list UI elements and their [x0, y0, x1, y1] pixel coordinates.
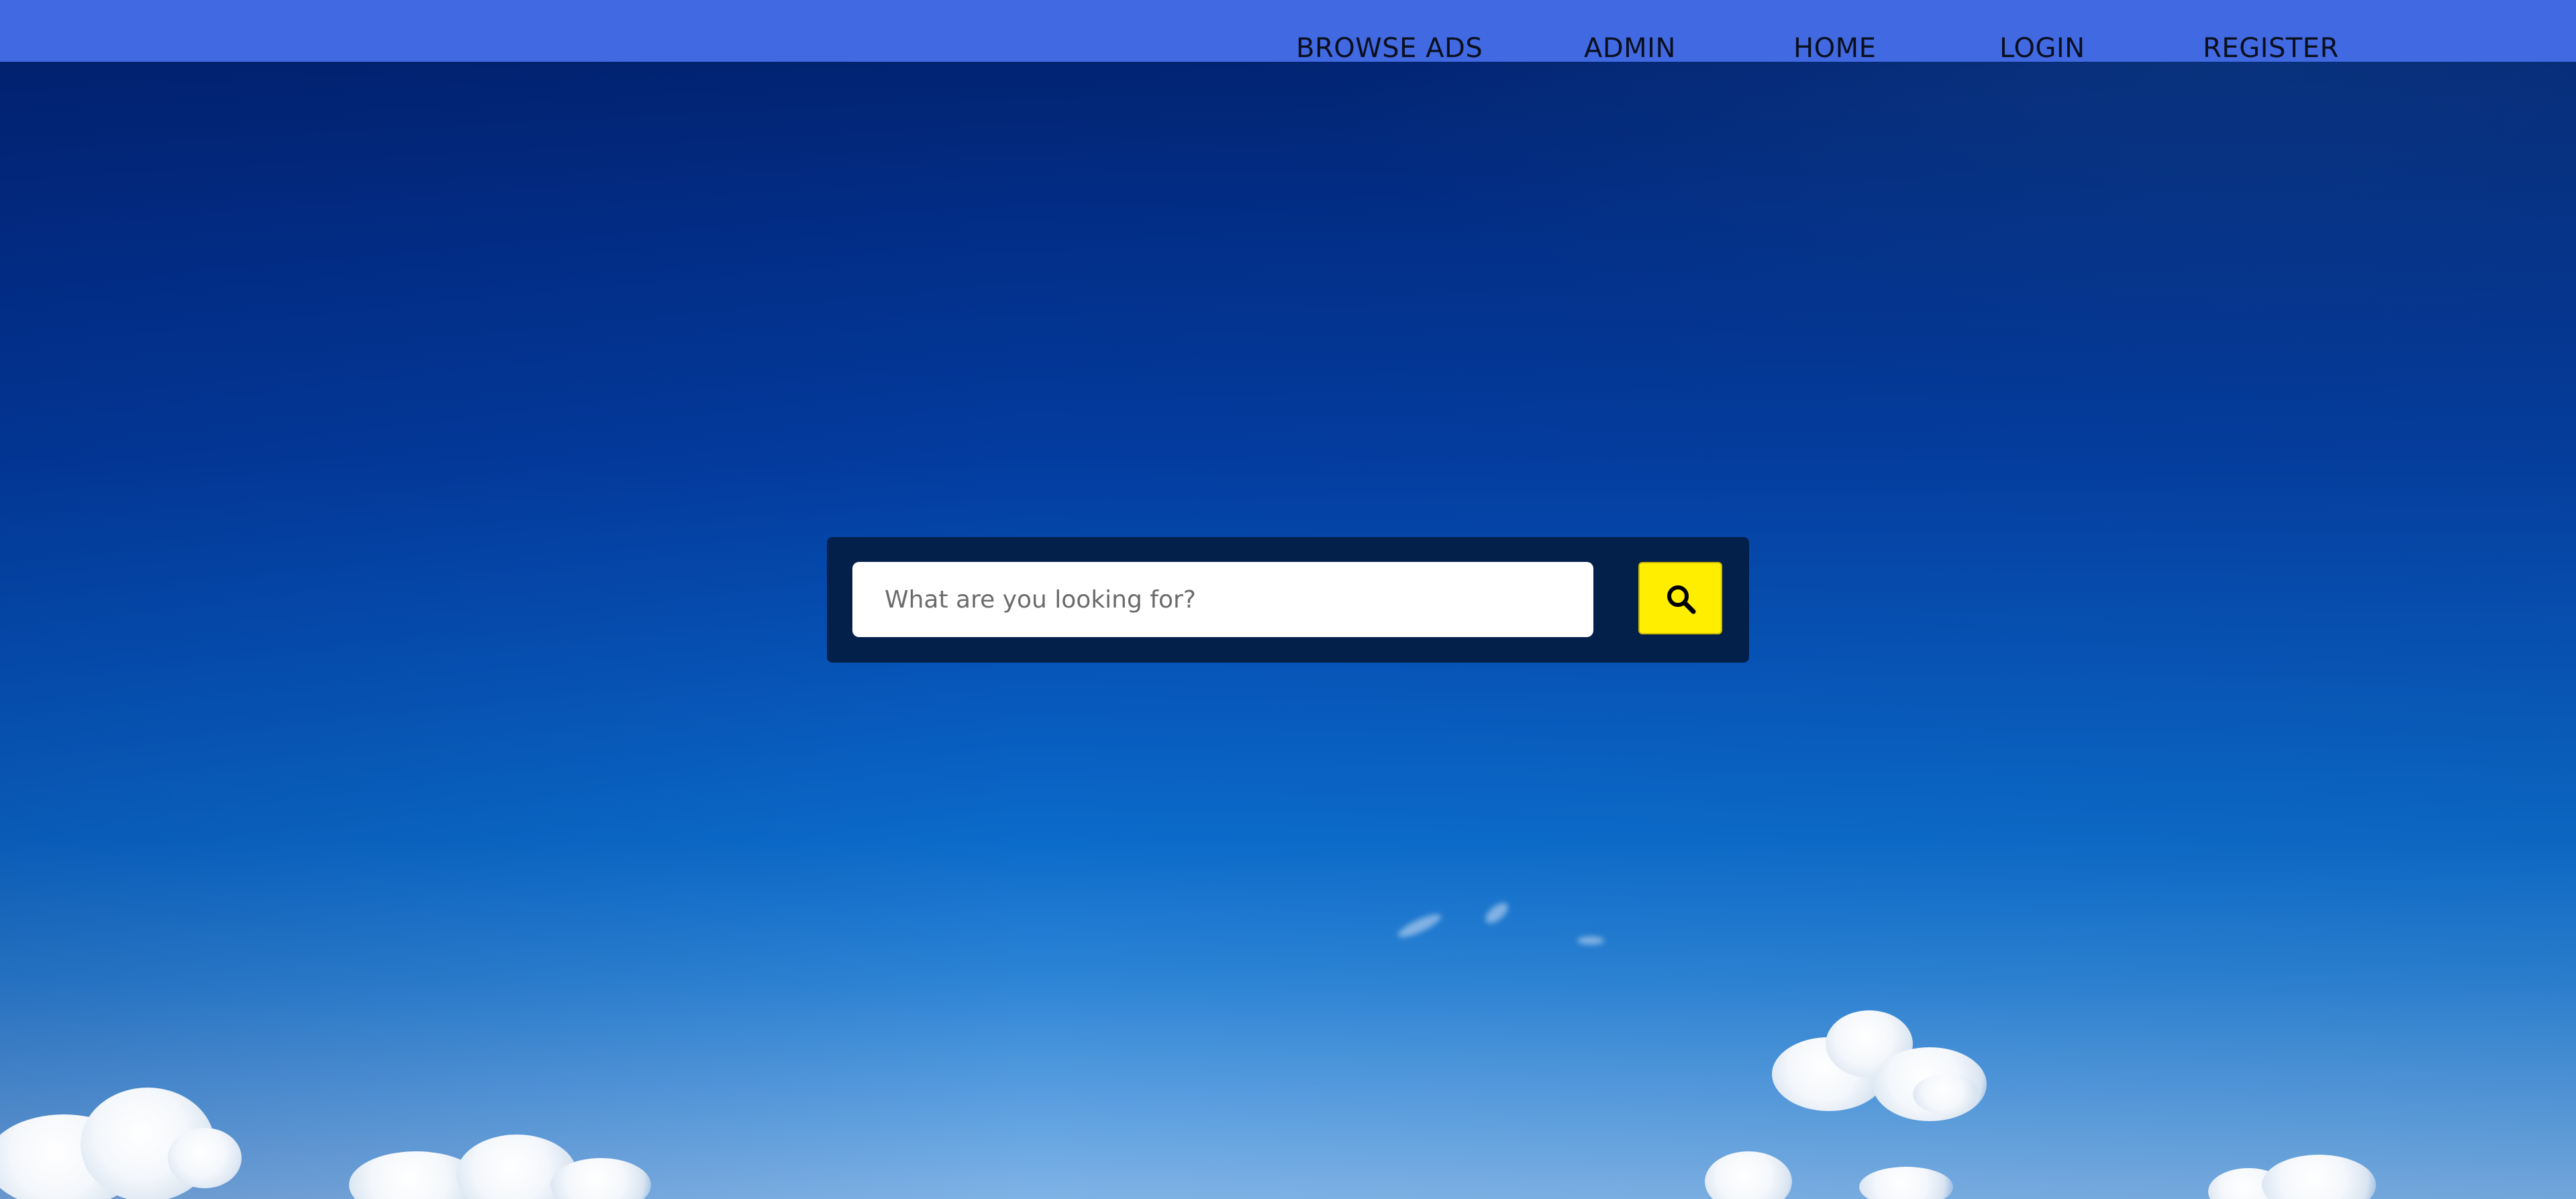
search-icon: [1667, 585, 1696, 614]
cloud-wisp: [1577, 937, 1604, 945]
nav-home[interactable]: HOME: [1793, 30, 1876, 67]
page: BROWSE ADS ADMIN HOME LOGIN REGISTER: [0, 0, 2576, 1199]
nav-admin[interactable]: ADMIN: [1584, 30, 1676, 67]
cloud: [1913, 1074, 1980, 1114]
search-button[interactable]: [1638, 562, 1722, 634]
nav-login[interactable]: LOGIN: [1999, 30, 2085, 67]
search-input[interactable]: [852, 562, 1593, 637]
top-navbar: BROWSE ADS ADMIN HOME LOGIN REGISTER: [0, 0, 2576, 64]
search-panel: [827, 537, 1749, 663]
cloud: [168, 1128, 242, 1188]
nav-register[interactable]: REGISTER: [2203, 30, 2339, 67]
nav-browse-ads[interactable]: BROWSE ADS: [1296, 30, 1483, 67]
